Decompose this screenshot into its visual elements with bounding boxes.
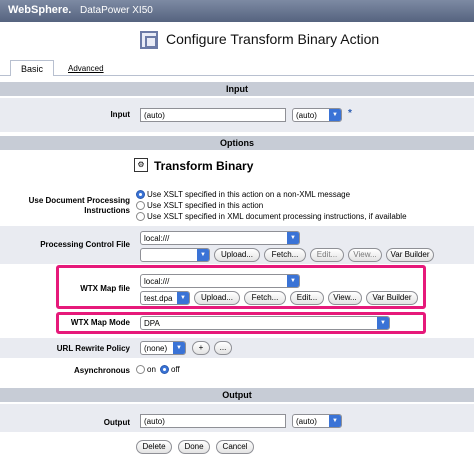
wtx-edit-button[interactable]: Edit... [290, 291, 324, 305]
options-heading: Transform Binary [154, 159, 254, 173]
output-context-field[interactable]: (auto) [140, 414, 286, 428]
section-input-header: Input [0, 82, 474, 96]
asynchronous-off-radio[interactable] [160, 365, 169, 374]
output-select-value: (auto) [296, 417, 317, 426]
output-label: Output [103, 418, 130, 427]
cancel-button[interactable]: Cancel [216, 440, 254, 454]
pcf-upload-button[interactable]: Upload... [214, 248, 260, 262]
chevron-down-icon: ▼ [177, 292, 189, 304]
doc-processing-option-1: Use XSLT specified in this action [147, 201, 264, 210]
input-context-select[interactable]: (auto) ▼ [292, 108, 342, 122]
pcf-view-button[interactable]: View... [348, 248, 382, 262]
wtx-map-mode-select[interactable]: DPA ▼ [140, 316, 390, 330]
doc-processing-radio-2[interactable] [136, 212, 145, 221]
doc-processing-option-0: Use XSLT specified in this action on a n… [147, 190, 351, 199]
tab-advanced[interactable]: Advanced [68, 64, 104, 73]
url-rewrite-select[interactable]: (none) ▼ [140, 341, 186, 355]
url-rewrite-label: URL Rewrite Policy [56, 344, 130, 353]
input-label: Input [110, 110, 130, 119]
chevron-down-icon: ▼ [377, 317, 389, 329]
chevron-down-icon: ▼ [329, 109, 341, 121]
output-context-select[interactable]: (auto) ▼ [292, 414, 342, 428]
chevron-down-icon: ▼ [173, 342, 185, 354]
input-select-value: (auto) [296, 111, 317, 120]
input-context-field[interactable]: (auto) [140, 108, 286, 122]
chevron-down-icon: ▼ [329, 415, 341, 427]
wtx-upload-button[interactable]: Upload... [194, 291, 240, 305]
section-output-header: Output [0, 388, 474, 402]
pcf-fetch-button[interactable]: Fetch... [264, 248, 306, 262]
url-rewrite-more-button[interactable]: ... [214, 341, 232, 355]
pcf-label: Processing Control File [40, 240, 130, 249]
url-rewrite-add-button[interactable]: + [192, 341, 210, 355]
done-button[interactable]: Done [178, 440, 210, 454]
section-options-header: Options [0, 136, 474, 150]
wtx-map-mode-label: WTX Map Mode [70, 318, 130, 327]
doc-processing-label-2: Instructions [84, 206, 130, 215]
pcf-file-select[interactable]: ▼ [140, 248, 210, 262]
wtx-map-file-label: WTX Map file [80, 284, 130, 293]
chevron-down-icon: ▼ [197, 249, 209, 261]
delete-button[interactable]: Delete [136, 440, 172, 454]
chevron-down-icon: ▼ [287, 232, 299, 244]
doc-processing-radio-1[interactable] [136, 201, 145, 210]
required-marker: * [348, 108, 352, 119]
pcf-var-builder-button[interactable]: Var Builder [386, 248, 434, 262]
doc-processing-label-1: Use Document Processing [28, 196, 130, 205]
pcf-edit-button[interactable]: Edit... [310, 248, 344, 262]
pcf-location-select[interactable]: local:/// ▼ [140, 231, 300, 245]
asynchronous-label: Asynchronous [73, 366, 130, 375]
wtx-fetch-button[interactable]: Fetch... [244, 291, 286, 305]
tab-divider [0, 75, 474, 76]
wtx-map-mode-value: DPA [144, 319, 160, 328]
asynchronous-off-label: off [171, 365, 180, 374]
doc-processing-option-2: Use XSLT specified in XML document proce… [147, 212, 407, 221]
url-rewrite-value: (none) [144, 344, 168, 353]
brand-logo: WebSphere. [8, 4, 72, 16]
wtx-file-value: test.dpa [144, 294, 173, 303]
doc-processing-radio-0[interactable] [136, 190, 145, 199]
asynchronous-on-radio[interactable] [136, 365, 145, 374]
tab-basic[interactable]: Basic [10, 60, 54, 76]
chevron-down-icon: ▼ [287, 275, 299, 287]
product-name: DataPower XI50 [80, 5, 153, 16]
wtx-file-select[interactable]: test.dpa ▼ [140, 291, 190, 305]
wtx-location-select[interactable]: local:/// ▼ [140, 274, 300, 288]
action-icon [140, 31, 158, 49]
wtx-var-builder-button[interactable]: Var Builder [366, 291, 418, 305]
transform-binary-icon: ⚙ [134, 158, 148, 172]
wtx-location-value: local:/// [144, 277, 170, 286]
asynchronous-on-label: on [147, 365, 156, 374]
page-title: Configure Transform Binary Action [166, 31, 380, 47]
wtx-view-button[interactable]: View... [328, 291, 362, 305]
pcf-location-value: local:/// [144, 234, 170, 243]
top-banner: WebSphere. DataPower XI50 [0, 0, 474, 22]
